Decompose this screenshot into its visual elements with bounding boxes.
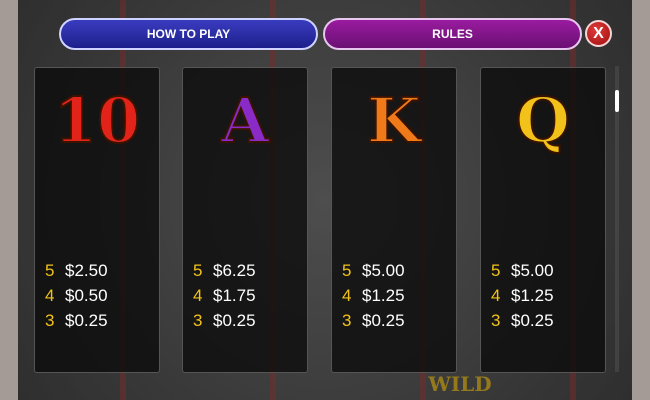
match-count: 5 <box>491 260 501 280</box>
match-count: 4 <box>491 285 501 305</box>
payout-row: 3 $0.25 <box>45 308 108 333</box>
payout-value: $5.00 <box>362 260 405 280</box>
payout-value: $1.75 <box>213 285 256 305</box>
payout-row: 3 $0.25 <box>193 308 256 333</box>
close-button[interactable]: X <box>585 20 612 47</box>
payout-list: 5 $2.50 4 $0.50 3 $0.25 <box>45 258 108 333</box>
match-count: 3 <box>45 310 55 330</box>
payout-list: 5 $5.00 4 $1.25 3 $0.25 <box>491 258 554 333</box>
payout-row: 5 $2.50 <box>45 258 108 283</box>
payout-row: 4 $1.25 <box>342 283 405 308</box>
match-count: 3 <box>491 310 501 330</box>
payout-value: $6.25 <box>213 260 256 280</box>
payout-value: $0.25 <box>65 310 108 330</box>
payout-row: 4 $1.25 <box>491 283 554 308</box>
paytable-card-k: K 5 $5.00 4 $1.25 3 $0.25 <box>331 67 457 373</box>
match-count: 4 <box>193 285 203 305</box>
symbol-10-icon: 10 <box>53 84 141 157</box>
payout-row: 4 $0.50 <box>45 283 108 308</box>
payout-row: 4 $1.75 <box>193 283 256 308</box>
payout-row: 3 $0.25 <box>491 308 554 333</box>
match-count: 5 <box>193 260 203 280</box>
how-to-play-tab[interactable]: HOW TO PLAY <box>59 18 318 50</box>
payout-value: $5.00 <box>511 260 554 280</box>
match-count: 4 <box>45 285 55 305</box>
payout-value: $0.50 <box>65 285 108 305</box>
symbol-k-icon: K <box>366 84 422 157</box>
payout-value: $0.25 <box>362 310 405 330</box>
match-count: 3 <box>342 310 352 330</box>
rules-tab[interactable]: RULES <box>323 18 582 50</box>
payout-row: 5 $5.00 <box>491 258 554 283</box>
payout-list: 5 $5.00 4 $1.25 3 $0.25 <box>342 258 405 333</box>
paytable-card-a: A 5 $6.25 4 $1.75 3 $0.25 <box>182 67 308 373</box>
close-icon: X <box>593 24 604 42</box>
symbol-q-icon: Q <box>515 84 571 157</box>
payout-row: 5 $6.25 <box>193 258 256 283</box>
match-count: 5 <box>342 260 352 280</box>
payout-value: $0.25 <box>511 310 554 330</box>
payout-row: 3 $0.25 <box>342 308 405 333</box>
payout-list: 5 $6.25 4 $1.75 3 $0.25 <box>193 258 256 333</box>
match-count: 5 <box>45 260 55 280</box>
payout-row: 5 $5.00 <box>342 258 405 283</box>
symbol-a-icon: A <box>220 84 270 157</box>
paytable-card-q: Q 5 $5.00 4 $1.25 3 $0.25 <box>480 67 606 373</box>
match-count: 3 <box>193 310 203 330</box>
payout-value: $1.25 <box>511 285 554 305</box>
match-count: 4 <box>342 285 352 305</box>
payout-value: $1.25 <box>362 285 405 305</box>
scroll-thumb[interactable] <box>615 90 619 112</box>
scrollbar[interactable] <box>615 66 619 372</box>
payout-value: $0.25 <box>213 310 256 330</box>
paytable-card-10: 10 5 $2.50 4 $0.50 3 $0.25 <box>34 67 160 373</box>
payout-value: $2.50 <box>65 260 108 280</box>
